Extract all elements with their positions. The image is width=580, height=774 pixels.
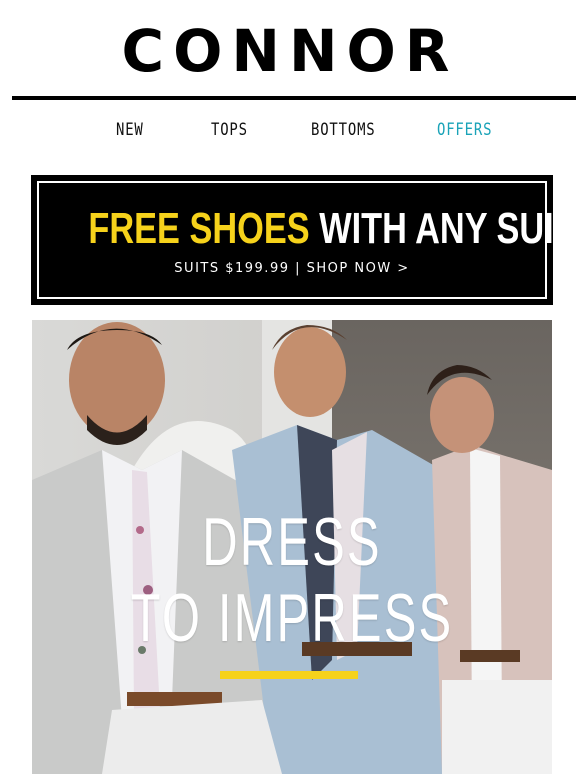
brand-logo[interactable]: CONNOR: [0, 18, 580, 84]
hero-title-line2: TO IMPRESS: [130, 580, 454, 656]
promo-headline-rest: WITH ANY SUIT: [319, 204, 575, 253]
nav-item-offers[interactable]: OFFERS: [437, 116, 492, 144]
promo-headline-highlight: FREE SHOES: [88, 204, 310, 253]
nav-item-new[interactable]: NEW: [116, 116, 144, 144]
nav-item-bottoms[interactable]: BOTTOMS: [311, 116, 375, 144]
header-divider: [12, 96, 576, 100]
nav-item-tops[interactable]: TOPS: [211, 116, 248, 144]
hero-banner[interactable]: DRESS TO IMPRESS: [32, 320, 552, 774]
hero-underline: [220, 671, 358, 679]
hero-title-line1: DRESS: [202, 504, 382, 580]
promo-headline: FREE SHOES WITH ANY SUIT: [88, 204, 574, 253]
promo-shop-now-link[interactable]: SUITS $199.99 | SHOP NOW >: [31, 261, 553, 276]
promo-banner[interactable]: FREE SHOES WITH ANY SUIT SUITS $199.99 |…: [31, 175, 575, 305]
main-nav: NEW TOPS BOTTOMS OFFERS: [0, 116, 580, 144]
